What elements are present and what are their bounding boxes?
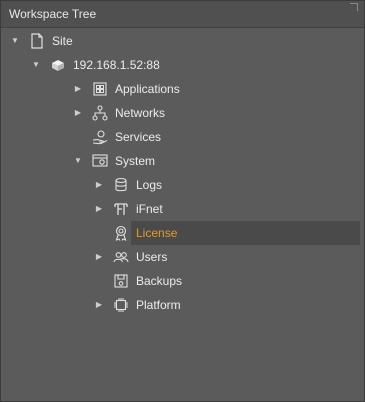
collapse-arrow-icon[interactable]: ▶ — [94, 245, 104, 269]
tree-item-label: System — [115, 154, 156, 168]
tree-item-ifnet[interactable]: ▶ iFnet — [1, 197, 361, 221]
panel-corner-icon[interactable] — [350, 3, 358, 11]
tree-item-logs[interactable]: ▶ Logs — [1, 173, 361, 197]
backups-icon — [112, 272, 130, 290]
tree-item-label: Applications — [115, 82, 180, 96]
tree-item-users[interactable]: ▶ Users — [1, 245, 361, 269]
collapse-arrow-icon[interactable]: ▶ — [94, 197, 104, 221]
tree-item-networks[interactable]: ▶ Networks — [1, 101, 361, 125]
system-icon — [91, 152, 109, 170]
tree-item-label: Backups — [136, 274, 183, 288]
collapse-arrow-icon[interactable]: ▶ — [94, 293, 104, 317]
tree-item-label: Services — [115, 130, 162, 144]
panel-header: Workspace Tree — [1, 1, 364, 28]
users-icon — [112, 248, 130, 266]
panel-title: Workspace Tree — [9, 7, 97, 21]
device-icon — [49, 56, 67, 74]
tree-item-device[interactable]: ▼ 192.168.1.52:88 — [1, 53, 361, 77]
license-icon — [112, 224, 130, 242]
applications-icon — [91, 80, 109, 98]
tree-item-services[interactable]: Services — [1, 125, 361, 149]
tree-item-label: License — [136, 226, 178, 240]
network-icon — [91, 104, 109, 122]
services-icon — [91, 128, 109, 146]
tree-item-system[interactable]: ▼ System — [1, 149, 361, 173]
tree-item-license[interactable]: License — [1, 221, 361, 245]
tree-item-label: Platform — [136, 298, 181, 312]
collapse-arrow-icon[interactable]: ▶ — [73, 77, 83, 101]
database-icon — [112, 176, 130, 194]
ifnet-icon — [112, 200, 130, 218]
expand-arrow-icon[interactable]: ▼ — [73, 149, 83, 173]
expand-arrow-icon[interactable]: ▼ — [10, 29, 20, 53]
tree-item-site[interactable]: ▼ Site — [1, 29, 361, 53]
tree-item-label: iFnet — [136, 202, 163, 216]
tree-item-label: Logs — [136, 178, 163, 192]
tree: ▼ Site ▼ 192.168.1.52:88 ▶ Applications … — [1, 27, 364, 401]
collapse-arrow-icon[interactable]: ▶ — [73, 101, 83, 125]
collapse-arrow-icon[interactable]: ▶ — [94, 173, 104, 197]
tree-item-platform[interactable]: ▶ Platform — [1, 293, 361, 317]
workspace-tree-panel: Workspace Tree ▼ Site ▼ 192.168.1.52:88 … — [0, 0, 365, 402]
tree-item-label: Users — [136, 250, 168, 264]
tree-item-backups[interactable]: Backups — [1, 269, 361, 293]
tree-item-applications[interactable]: ▶ Applications — [1, 77, 361, 101]
chip-icon — [112, 296, 130, 314]
tree-item-label: Networks — [115, 106, 166, 120]
page-icon — [28, 32, 46, 50]
tree-item-label: Site — [52, 34, 73, 48]
tree-item-label: 192.168.1.52:88 — [73, 58, 160, 72]
expand-arrow-icon[interactable]: ▼ — [31, 53, 41, 77]
